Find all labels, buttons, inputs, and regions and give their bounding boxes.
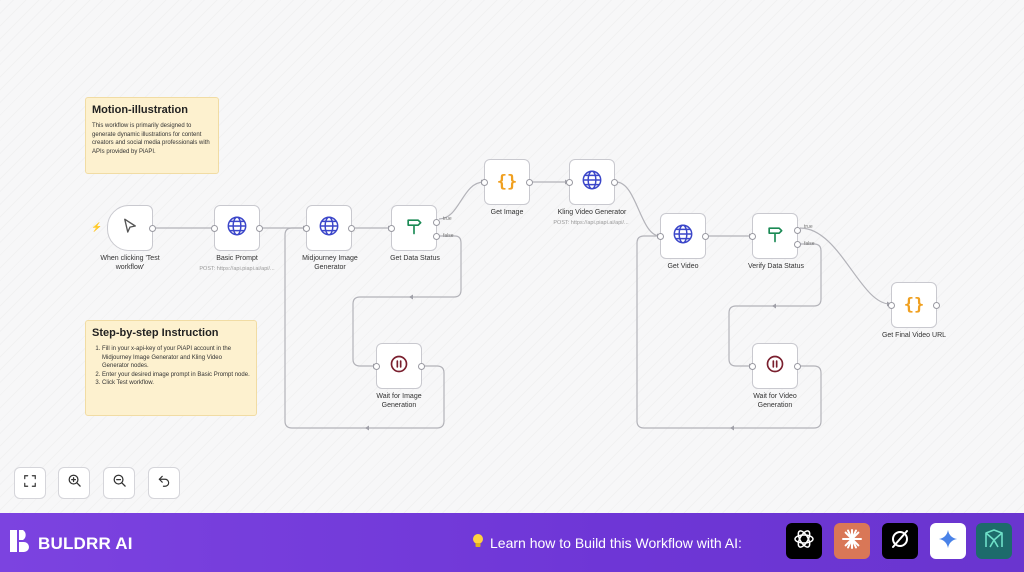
globe-icon xyxy=(226,215,248,242)
globe-icon xyxy=(581,169,603,196)
true-branch-label: true xyxy=(804,224,813,230)
input-handle[interactable] xyxy=(749,362,756,370)
output-handle[interactable] xyxy=(348,224,355,232)
node-label: Midjourney Image Generator xyxy=(302,255,358,271)
node-label: Get Video xyxy=(667,263,699,270)
pause-icon xyxy=(389,354,409,379)
input-handle[interactable] xyxy=(749,232,756,240)
zoom-in-icon xyxy=(67,473,82,493)
input-handle[interactable] xyxy=(373,362,380,370)
fit-view-icon xyxy=(23,474,37,493)
node-trigger[interactable] xyxy=(107,205,156,251)
gemini-icon xyxy=(937,528,959,555)
undo-icon xyxy=(157,474,171,493)
true-branch-label: true xyxy=(443,216,452,222)
false-output-handle[interactable] xyxy=(433,233,440,240)
node-subtitle: POST: https://api.piapi.ai/api/... xyxy=(553,220,629,226)
buldrr-logo-icon xyxy=(8,528,32,559)
step-item: Fill in your x-api-key of your PiAPI acc… xyxy=(102,345,250,371)
claude-icon xyxy=(840,527,864,556)
node-label: Get Data Status xyxy=(390,255,440,262)
note-body: This workflow is primarily designed to g… xyxy=(92,123,210,155)
input-handle[interactable] xyxy=(657,232,664,240)
node-kling-video-generator[interactable] xyxy=(566,159,618,205)
true-output-handle[interactable] xyxy=(794,227,801,234)
sticky-note-steps[interactable]: Step-by-step Instruction Fill in your x-… xyxy=(85,320,257,416)
node-wait-video[interactable] xyxy=(749,343,801,389)
input-handle[interactable] xyxy=(388,224,395,232)
node-basic-prompt[interactable] xyxy=(211,205,263,251)
false-branch-label: false xyxy=(804,241,815,247)
output-handle[interactable] xyxy=(611,178,618,186)
node-label: When clicking 'Test workflow' xyxy=(100,255,160,271)
output-handle[interactable] xyxy=(418,362,425,370)
learn-text: Learn how to Build this Workflow with AI… xyxy=(490,534,742,551)
node-label: Wait for Image Generation xyxy=(376,393,422,409)
brand[interactable]: BULDRR AI xyxy=(8,528,133,559)
globe-icon xyxy=(318,215,340,242)
step-item: Enter your desired image prompt in Basic… xyxy=(102,371,250,380)
perplexity-icon xyxy=(888,527,912,556)
output-handle[interactable] xyxy=(526,178,533,186)
node-subtitle: POST: https://api.piapi.ai/api/... xyxy=(199,266,275,272)
false-branch-label: false xyxy=(443,233,454,239)
step-item: Click Test workflow. xyxy=(102,379,250,388)
note-title: Motion-illustration xyxy=(92,104,188,116)
perplexity-button[interactable] xyxy=(882,523,918,559)
globe-icon xyxy=(672,223,694,250)
output-handle[interactable] xyxy=(702,232,709,240)
note-title: Step-by-step Instruction xyxy=(92,327,219,339)
node-label: Kling Video Generator xyxy=(557,209,627,216)
output-handle[interactable] xyxy=(149,224,156,232)
lightbulb-icon xyxy=(472,533,484,552)
manus-button[interactable] xyxy=(976,523,1012,559)
pause-icon xyxy=(765,354,785,379)
input-handle[interactable] xyxy=(303,224,310,232)
node-label: Wait for Video Generation xyxy=(753,393,797,409)
zoom-in-button[interactable] xyxy=(58,467,90,499)
node-wait-image[interactable] xyxy=(373,343,425,389)
node-label: Verify Data Status xyxy=(747,263,805,270)
node-label: Get Image xyxy=(490,209,524,216)
true-output-handle[interactable] xyxy=(433,219,440,226)
node-label: Basic Prompt xyxy=(216,255,258,262)
workflow-canvas[interactable]: Motion-illustration This workflow is pri… xyxy=(0,0,1024,513)
undo-button[interactable] xyxy=(148,467,180,499)
trigger-bolt-icon: ⚡ xyxy=(91,222,103,232)
braces-icon: {} xyxy=(903,295,925,315)
footer-bar: BULDRR AI Learn how to Build this Workfl… xyxy=(0,513,1024,572)
input-handle[interactable] xyxy=(566,178,573,186)
zoom-out-icon xyxy=(112,473,127,493)
cursor-icon xyxy=(121,217,139,240)
output-handle[interactable] xyxy=(256,224,263,232)
manus-icon xyxy=(982,527,1006,556)
node-midjourney[interactable] xyxy=(303,205,355,251)
brand-name: BULDRR AI xyxy=(38,533,133,553)
node-get-image[interactable]: {} xyxy=(481,159,533,205)
braces-icon: {} xyxy=(496,172,518,192)
fit-view-button[interactable] xyxy=(14,467,46,499)
node-get-data-status[interactable] xyxy=(388,205,440,251)
input-handle[interactable] xyxy=(888,301,895,309)
node-label: Get Final Video URL xyxy=(881,332,947,339)
node-get-final-video-url[interactable]: {} xyxy=(888,282,940,328)
sticky-note-motion[interactable]: Motion-illustration This workflow is pri… xyxy=(85,97,219,174)
claude-button[interactable] xyxy=(834,523,870,559)
false-output-handle[interactable] xyxy=(794,241,801,248)
input-handle[interactable] xyxy=(211,224,218,232)
chatgpt-icon xyxy=(792,527,816,556)
learn-banner: Learn how to Build this Workflow with AI… xyxy=(472,533,742,552)
output-handle[interactable] xyxy=(933,301,940,309)
chatgpt-button[interactable] xyxy=(786,523,822,559)
node-get-video[interactable] xyxy=(657,213,709,259)
node-verify-data-status[interactable] xyxy=(749,213,801,259)
if-icon xyxy=(404,216,424,241)
if-icon xyxy=(765,224,785,249)
gemini-button[interactable] xyxy=(930,523,966,559)
input-handle[interactable] xyxy=(481,178,488,186)
zoom-out-button[interactable] xyxy=(103,467,135,499)
output-handle[interactable] xyxy=(794,362,801,370)
